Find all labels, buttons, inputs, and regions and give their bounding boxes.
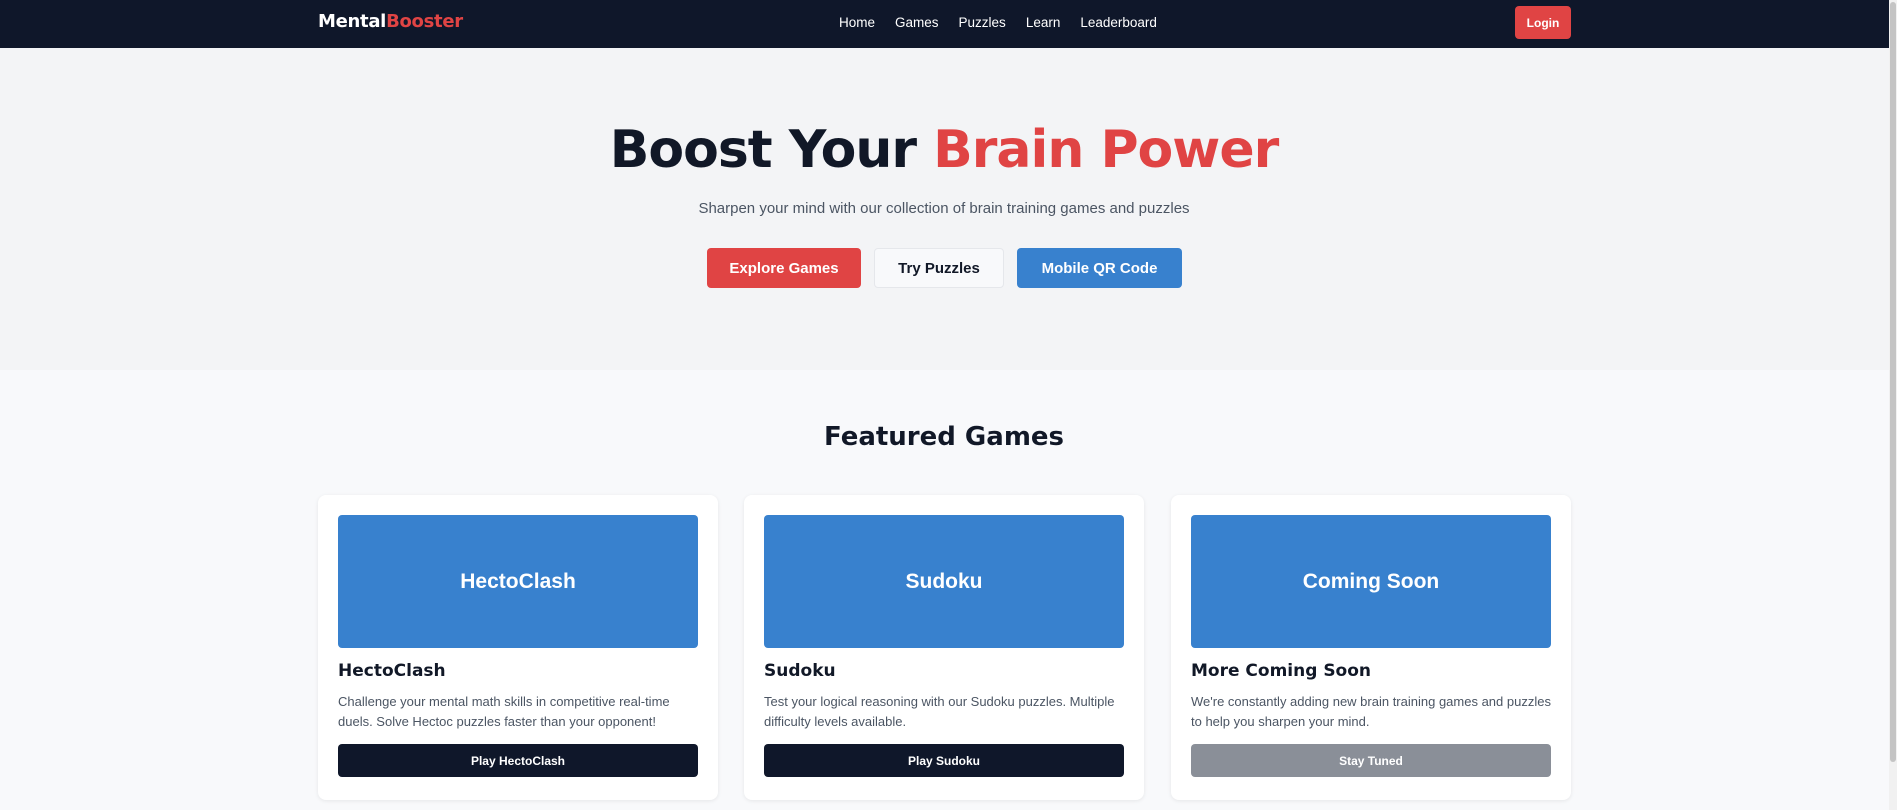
game-card-coming-soon: Coming Soon More Coming Soon We're const… (1171, 495, 1571, 800)
game-card-title: HectoClash (338, 661, 446, 681)
featured-games-heading: Featured Games (823, 422, 1065, 452)
hero-title-part1: Boost Your (609, 120, 934, 180)
hero-title-highlight: Brain Power (933, 120, 1279, 180)
stay-tuned-button[interactable]: Stay Tuned (1191, 744, 1551, 777)
hero-subtitle: Sharpen your mind with our collection of… (698, 200, 1190, 217)
game-card-description: Test your logical reasoning with our Sud… (764, 694, 1115, 729)
mobile-qr-code-button[interactable]: Mobile QR Code (1017, 248, 1182, 288)
nav-learn[interactable]: Learn (1026, 15, 1061, 30)
game-card-title: More Coming Soon (1191, 661, 1372, 681)
brand-logo-part2: Booster (386, 11, 463, 32)
game-card-banner: Coming Soon (1191, 515, 1551, 648)
play-hectoclash-button[interactable]: Play HectoClash (338, 744, 698, 777)
brand-logo[interactable]: MentalBooster (318, 11, 463, 32)
game-card-title: Sudoku (764, 661, 836, 681)
nav-home[interactable]: Home (839, 15, 875, 30)
main-nav: Home Games Puzzles Learn Leaderboard (839, 15, 1177, 30)
nav-games[interactable]: Games (895, 15, 939, 30)
login-button[interactable]: Login (1515, 6, 1571, 39)
top-navbar: MentalBooster Home Games Puzzles Learn L… (0, 0, 1897, 48)
nav-leaderboard[interactable]: Leaderboard (1080, 15, 1157, 30)
game-card-description: We're constantly adding new brain traini… (1191, 694, 1551, 729)
nav-puzzles[interactable]: Puzzles (959, 15, 1006, 30)
game-card-banner[interactable]: HectoClash (338, 515, 698, 648)
play-sudoku-button[interactable]: Play Sudoku (764, 744, 1124, 777)
featured-games-section: Featured Games HectoClash HectoClash Cha… (0, 370, 1897, 810)
game-card-banner[interactable]: Sudoku (764, 515, 1124, 648)
game-card-sudoku: Sudoku Sudoku Test your logical reasonin… (744, 495, 1144, 800)
try-puzzles-button[interactable]: Try Puzzles (874, 248, 1004, 288)
hero-section: Boost Your Brain Power Sharpen your mind… (0, 48, 1897, 370)
brand-logo-part1: Mental (318, 11, 387, 32)
hero-title: Boost Your Brain Power (0, 120, 1888, 180)
scrollbar-thumb[interactable] (1890, 2, 1896, 762)
explore-games-button[interactable]: Explore Games (707, 248, 861, 288)
game-card-description: Challenge your mental math skills in com… (338, 694, 670, 729)
game-card-hectoclash: HectoClash HectoClash Challenge your men… (318, 495, 718, 800)
page-scrollbar[interactable] (1889, 0, 1897, 810)
